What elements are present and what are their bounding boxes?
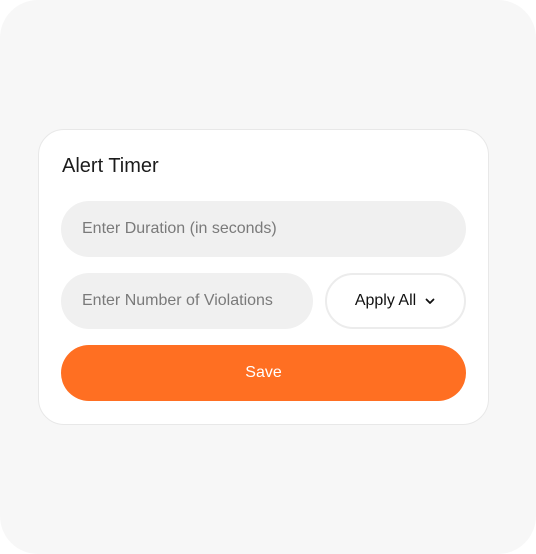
chevron-down-icon bbox=[424, 295, 436, 307]
violations-input[interactable] bbox=[61, 273, 313, 329]
app-background: Alert Timer Apply All Save bbox=[0, 0, 536, 554]
card-title: Alert Timer bbox=[62, 155, 159, 177]
apply-scope-select[interactable]: Apply All bbox=[325, 273, 466, 329]
save-button[interactable]: Save bbox=[61, 345, 466, 401]
alert-timer-card: Alert Timer Apply All Save bbox=[38, 129, 489, 425]
apply-scope-value: Apply All bbox=[354, 292, 417, 309]
duration-input[interactable] bbox=[61, 201, 466, 257]
